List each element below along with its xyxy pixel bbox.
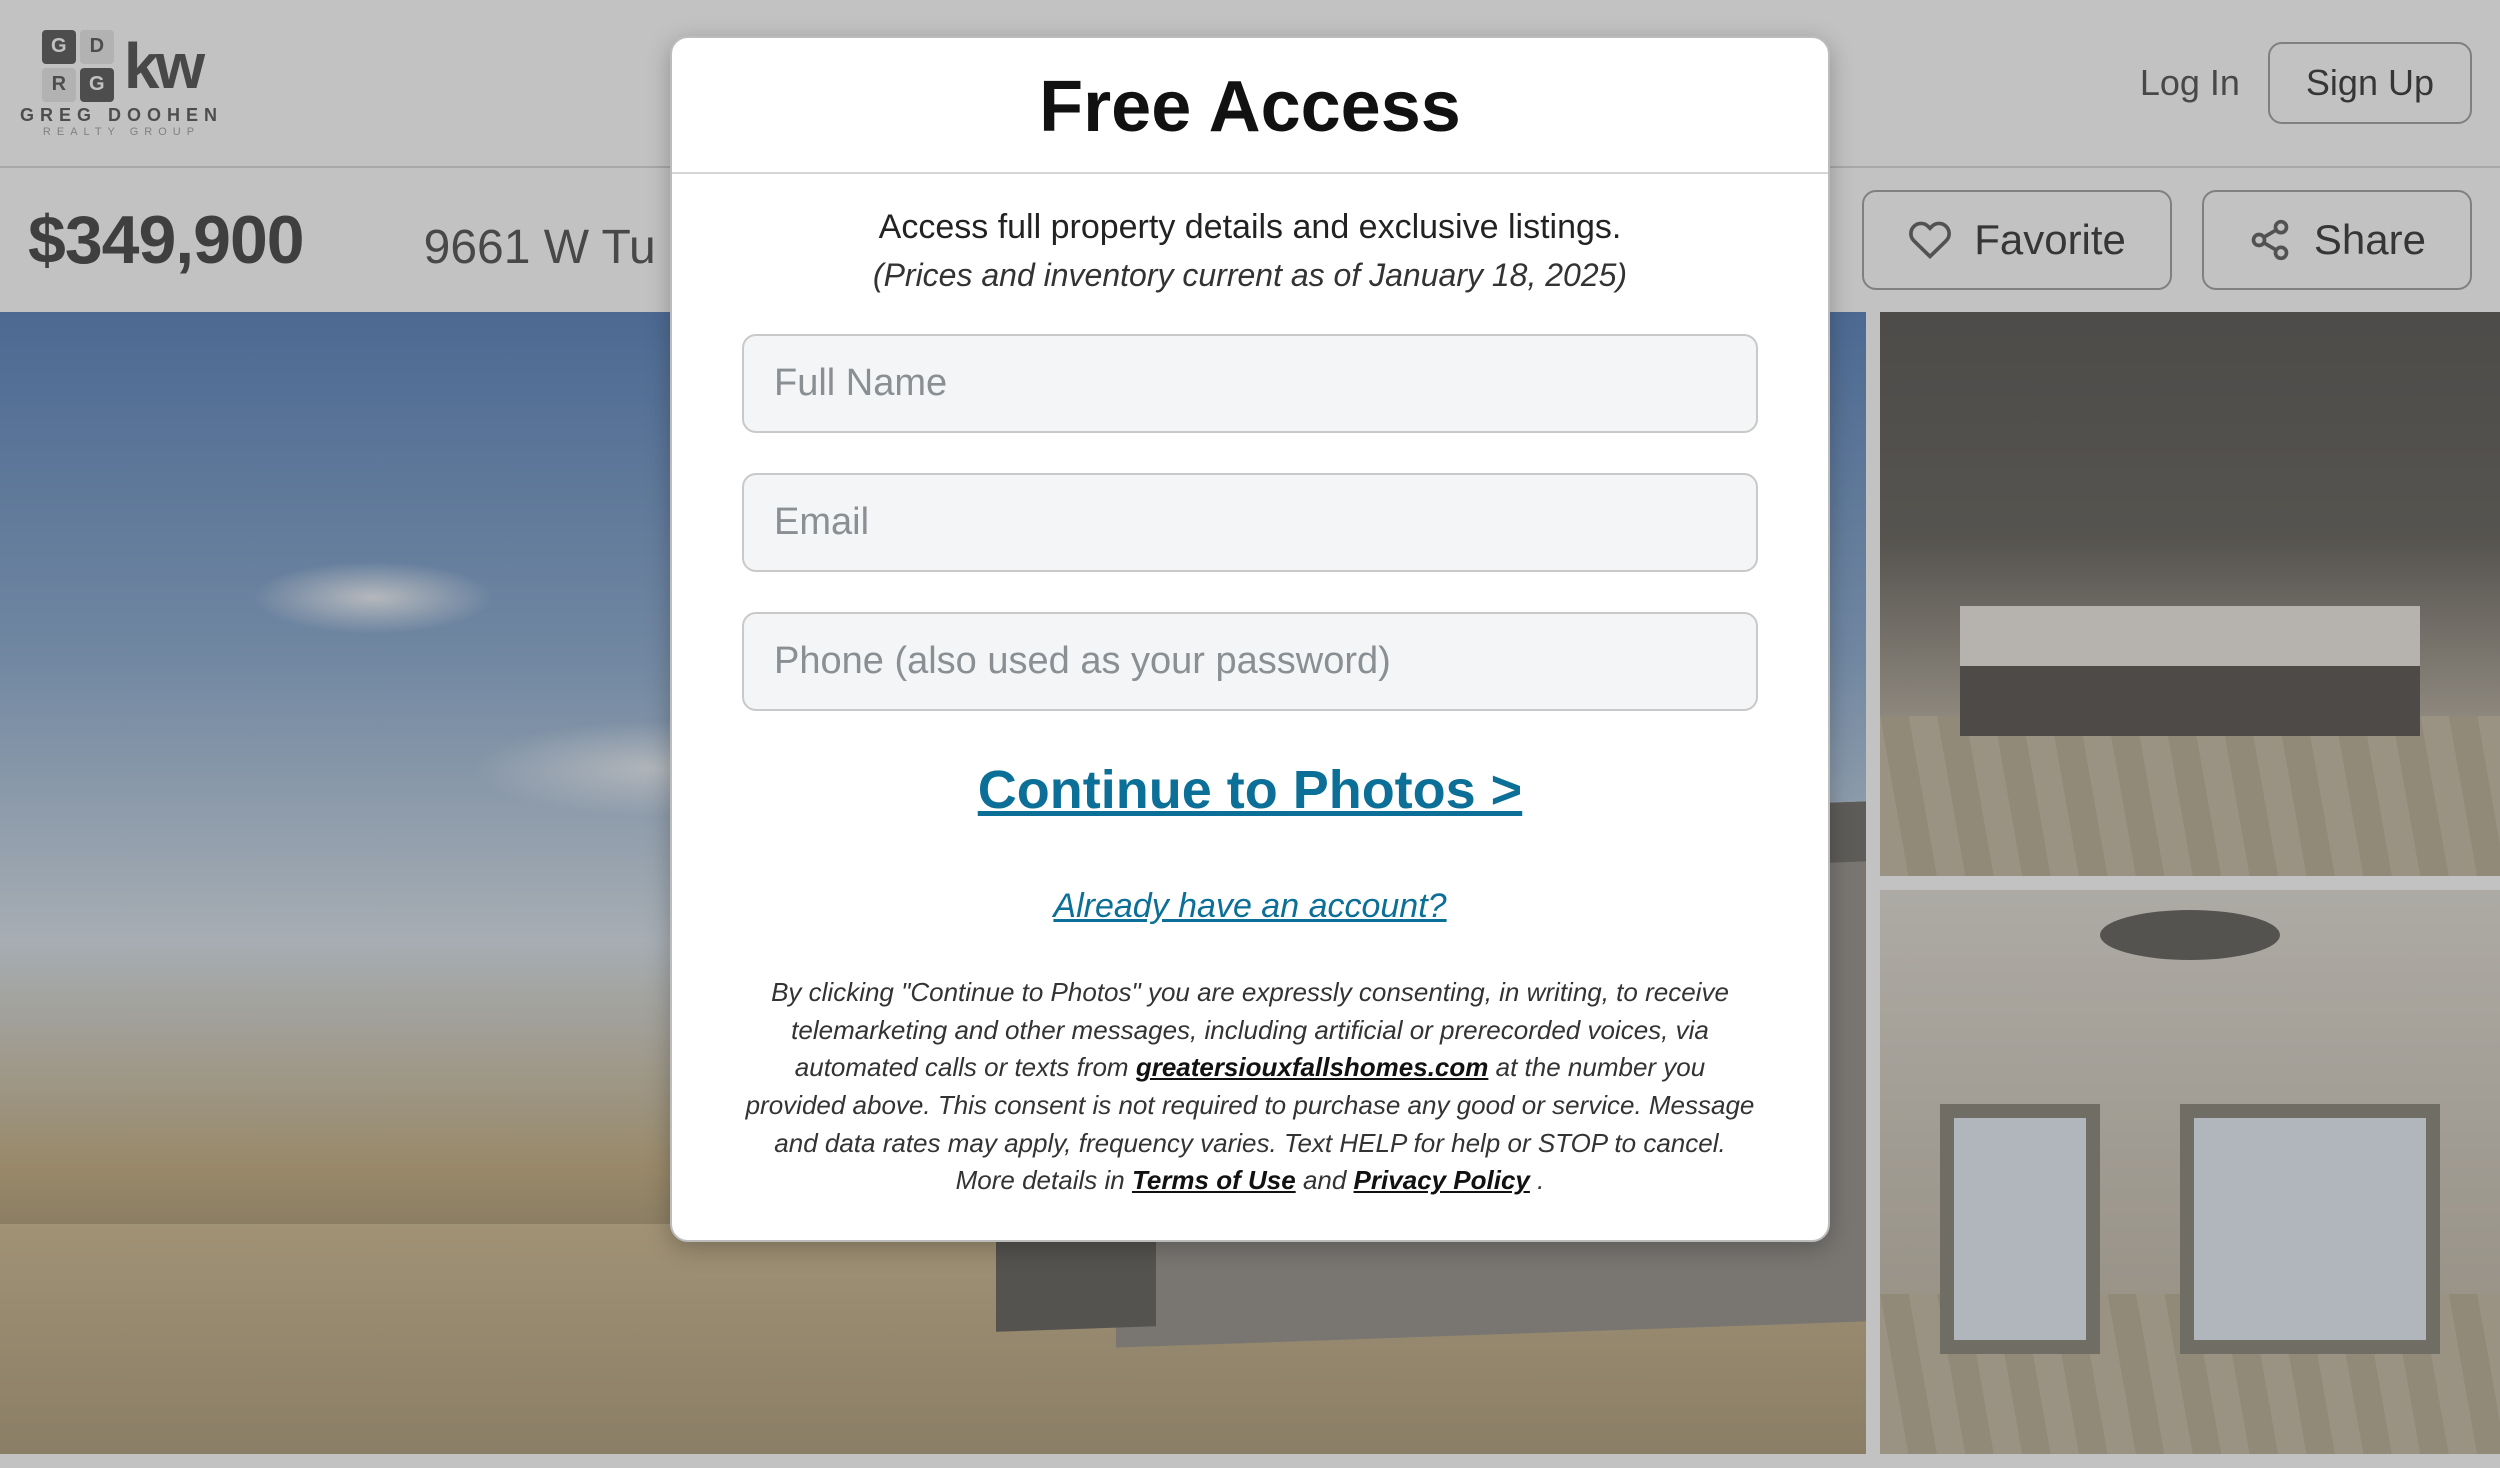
- email-input[interactable]: [742, 473, 1758, 572]
- fullname-input[interactable]: [742, 334, 1758, 433]
- modal-lead: Access full property details and exclusi…: [742, 208, 1758, 247]
- legal-and: and: [1303, 1165, 1354, 1195]
- legal-domain-link[interactable]: greatersiouxfallshomes.com: [1136, 1052, 1489, 1082]
- legal-disclaimer: By clicking "Continue to Photos" you are…: [742, 974, 1758, 1200]
- already-have-account-link[interactable]: Already have an account?: [1053, 887, 1446, 926]
- terms-of-use-link[interactable]: Terms of Use: [1132, 1165, 1296, 1195]
- modal-title: Free Access: [672, 38, 1828, 172]
- continue-to-photos-link[interactable]: Continue to Photos >: [978, 759, 1522, 821]
- free-access-modal: Free Access Access full property details…: [670, 36, 1830, 1242]
- legal-end: .: [1537, 1165, 1544, 1195]
- phone-input[interactable]: [742, 612, 1758, 711]
- privacy-policy-link[interactable]: Privacy Policy: [1354, 1165, 1530, 1195]
- modal-subtext: (Prices and inventory current as of Janu…: [742, 257, 1758, 294]
